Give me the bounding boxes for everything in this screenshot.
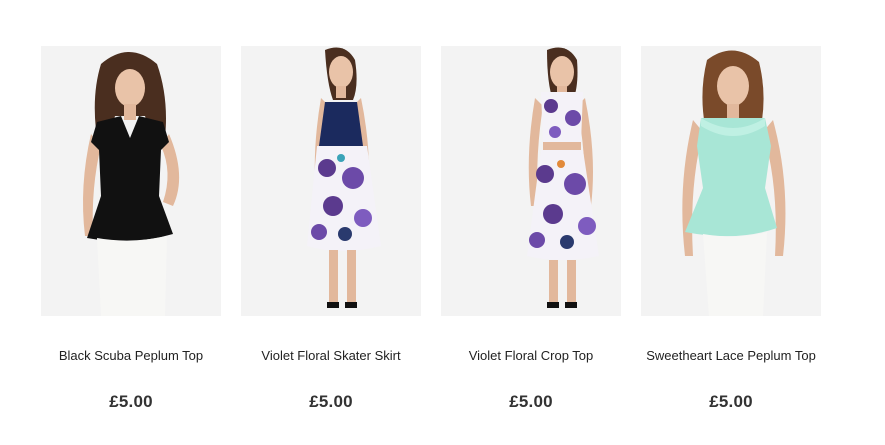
product-name[interactable]: Violet Floral Crop Top xyxy=(441,347,621,364)
product-image[interactable] xyxy=(441,46,621,316)
product-price: £5.00 xyxy=(509,392,553,411)
product-image[interactable] xyxy=(41,46,221,316)
product-name[interactable]: Sweetheart Lace Peplum Top xyxy=(641,347,821,364)
product-price: £5.00 xyxy=(309,392,353,411)
product-name[interactable]: Violet Floral Skater Skirt xyxy=(241,347,421,364)
product-price: £5.00 xyxy=(709,392,753,411)
product-card-violet-floral-crop-top[interactable]: Violet Floral Crop Top £5.00 xyxy=(441,46,621,426)
product-price: £5.00 xyxy=(109,392,153,411)
product-card-black-scuba-peplum-top[interactable]: Black Scuba Peplum Top £5.00 xyxy=(41,46,221,426)
product-card-sweetheart-lace-peplum-top[interactable]: Sweetheart Lace Peplum Top £5.00 xyxy=(641,46,821,426)
product-grid: Black Scuba Peplum Top £5.00 Violet Flor… xyxy=(41,46,821,426)
product-card-violet-floral-skater-skirt[interactable]: Violet Floral Skater Skirt £5.00 xyxy=(241,46,421,426)
product-name[interactable]: Black Scuba Peplum Top xyxy=(41,347,221,364)
product-image[interactable] xyxy=(641,46,821,316)
product-image[interactable] xyxy=(241,46,421,316)
